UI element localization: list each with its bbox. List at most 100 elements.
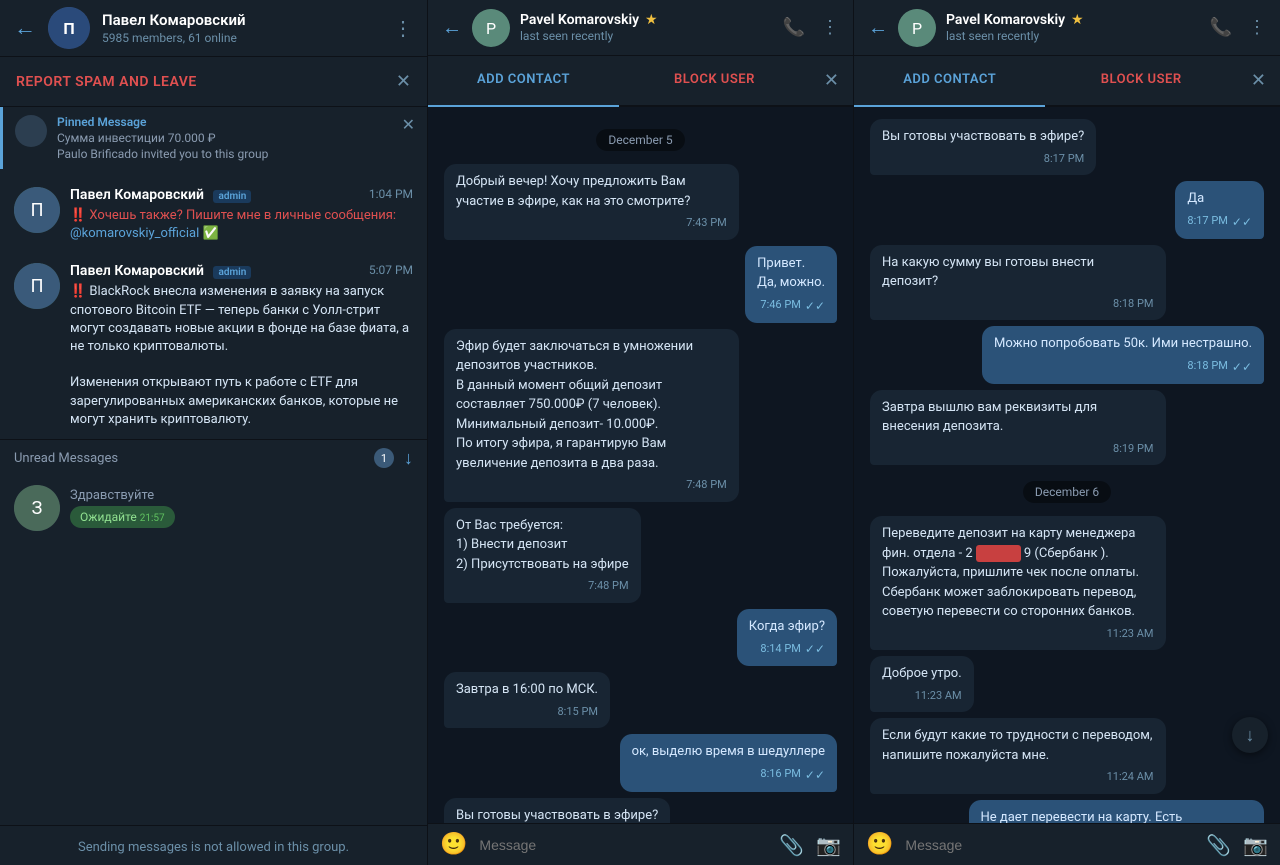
bubble-text: Если будут какие то трудности с переводо… xyxy=(882,726,1154,765)
chat-input-bar: 🙂 📎 📷 xyxy=(854,823,1280,865)
bubble-text: ок, выделю время в шедуллере xyxy=(632,742,825,762)
more-options-button[interactable]: ⋮ xyxy=(393,16,413,40)
group-subtitle: 5985 members, 61 online xyxy=(102,31,381,45)
messages-list: П Павел Комаровский admin 1:04 PM ‼️ Хоч… xyxy=(0,169,427,825)
bubble-time: 11:23 AM xyxy=(882,688,962,705)
message-bubble: От Вас требуется:1) Внести депозит2) При… xyxy=(444,508,641,603)
attach-button[interactable]: 📎 xyxy=(1206,833,1231,857)
camera-button[interactable]: 📷 xyxy=(816,833,841,857)
bubble-text: Вы готовы участвовать в эфире? xyxy=(456,806,658,824)
bubble-time: 11:23 AM xyxy=(882,626,1154,643)
block-user-button[interactable]: BLOCK USER xyxy=(1045,56,1236,105)
scroll-down-button[interactable]: ↓ xyxy=(1232,717,1268,753)
bottom-bar-text: Sending messages is not allowed in this … xyxy=(78,840,349,855)
date-divider: December 5 xyxy=(444,129,837,148)
svg-text:З: З xyxy=(32,498,43,519)
svg-text:П: П xyxy=(31,200,44,221)
report-spam-button[interactable]: REPORT SPAM AND LEAVE xyxy=(16,74,197,90)
add-contact-button[interactable]: ADD CONTACT xyxy=(854,56,1045,107)
pinned-message: Pinned Message Сумма инвестиции 70.000 ₽… xyxy=(0,107,427,169)
message-top: Павел Комаровский admin 5:07 PM xyxy=(70,263,413,279)
bubble-text: На какую сумму вы готовы внести депозит? xyxy=(882,253,1154,292)
bubble-time: 8:17 PM ✓✓ xyxy=(1187,213,1252,231)
more-options-button[interactable]: ⋮ xyxy=(821,17,839,38)
bubble-text: Эфир будет заключаться в умножении депоз… xyxy=(456,337,727,474)
message-bubble: ок, выделю время в шедуллере 8:16 PM ✓✓ xyxy=(620,734,837,792)
avatar: П xyxy=(14,263,60,309)
group-title: Павел Комаровский xyxy=(102,11,381,29)
right-panel: ← P Pavel Komarovskiy ★ last seen recent… xyxy=(854,0,1280,865)
action-close-button[interactable]: ✕ xyxy=(1237,56,1280,105)
list-item[interactable]: З Здравствуйте Ожидайте 21:57 xyxy=(0,477,427,539)
camera-button[interactable]: 📷 xyxy=(1243,833,1268,857)
action-close-button[interactable]: ✕ xyxy=(810,56,853,105)
message-bubble: Если будут какие то трудности с переводо… xyxy=(870,718,1166,794)
message-bubble: Переведите депозит на карту менеджера фи… xyxy=(870,516,1166,650)
chat-header: ← P Pavel Komarovskiy ★ last seen recent… xyxy=(428,0,853,56)
chat-avatar: P xyxy=(898,9,936,47)
pinned-label: Pinned Message xyxy=(57,115,268,129)
message-bubble: Когда эфир? 8:14 PM ✓✓ xyxy=(737,609,837,667)
spam-close-button[interactable]: ✕ xyxy=(396,71,411,92)
chat-messages: Вы готовы участвовать в эфире? 8:17 PM Д… xyxy=(854,107,1280,823)
bubble-time: 8:18 PM ✓✓ xyxy=(994,358,1252,376)
back-button[interactable]: ← xyxy=(868,15,888,40)
svg-text:П: П xyxy=(31,276,44,297)
bubble-text: Вы готовы участвовать в эфире? xyxy=(882,127,1084,147)
preview-content: Здравствуйте Ожидайте 21:57 xyxy=(70,488,175,528)
phone-button[interactable]: 📞 xyxy=(1210,17,1232,38)
bubble-text: Переведите депозит на карту менеджера фи… xyxy=(882,524,1154,622)
chat-avatar: P xyxy=(472,9,510,47)
emoji-button[interactable]: 🙂 xyxy=(866,832,893,857)
avatar: З xyxy=(14,485,60,531)
chat-actions: 📞 ⋮ xyxy=(783,17,839,38)
message-input[interactable] xyxy=(905,837,1194,853)
back-button[interactable]: ← xyxy=(442,15,462,40)
message-bubble: Эфир будет заключаться в умножении депоз… xyxy=(444,329,739,502)
bubble-text: Привет.Да, можно. xyxy=(757,254,825,293)
more-options-button[interactable]: ⋮ xyxy=(1248,17,1266,38)
bubble-text: Доброе утро. xyxy=(882,664,962,684)
bubble-text: Когда эфир? xyxy=(749,617,825,637)
sender-name: Павел Комаровский admin xyxy=(70,187,251,203)
bubble-time: 7:46 PM ✓✓ xyxy=(757,297,825,315)
pinned-text-1: Сумма инвестиции 70.000 ₽ xyxy=(57,131,268,145)
message-bubble: Завтра вышлю вам реквизиты для внесения … xyxy=(870,390,1166,466)
check-icon: ✓✓ xyxy=(805,640,825,658)
add-contact-button[interactable]: ADD CONTACT xyxy=(428,56,619,107)
scroll-down-button[interactable]: ↓ xyxy=(404,448,413,469)
chat-status: last seen recently xyxy=(520,29,773,43)
bottom-bar: Sending messages is not allowed in this … xyxy=(0,825,427,865)
chat-title: Pavel Komarovskiy xyxy=(946,12,1065,28)
pinned-content: Pinned Message Сумма инвестиции 70.000 ₽… xyxy=(57,115,268,161)
back-button[interactable]: ← xyxy=(14,15,36,41)
left-panel: ← П Павел Комаровский 5985 members, 61 o… xyxy=(0,0,428,865)
svg-text:П: П xyxy=(63,19,74,38)
avatar: П xyxy=(14,187,60,233)
pinned-close-button[interactable]: ✕ xyxy=(402,115,415,134)
list-item[interactable]: П Павел Комаровский admin 5:07 PM ‼️ Bla… xyxy=(0,253,427,439)
emoji-button[interactable]: 🙂 xyxy=(440,832,467,857)
bubble-time: 7:48 PM xyxy=(456,578,629,595)
list-item[interactable]: П Павел Комаровский admin 1:04 PM ‼️ Хоч… xyxy=(0,177,427,253)
block-user-button[interactable]: BLOCK USER xyxy=(619,56,810,105)
bubble-time: 11:24 AM xyxy=(882,769,1154,786)
message-content: Павел Комаровский admin 5:07 PM ‼️ Black… xyxy=(70,263,413,429)
message-input[interactable] xyxy=(479,837,767,853)
chat-input-bar: 🙂 📎 📷 xyxy=(428,823,853,865)
chat-info: Pavel Komarovskiy ★ last seen recently xyxy=(946,12,1200,43)
bubble-text: От Вас требуется:1) Внести депозит2) При… xyxy=(456,516,629,575)
attach-button[interactable]: 📎 xyxy=(779,833,804,857)
admin-badge: admin xyxy=(213,190,251,203)
bubble-time: 8:18 PM xyxy=(882,296,1154,313)
message-bubble: Доброе утро. 11:23 AM xyxy=(870,656,974,712)
group-chat-header: ← П Павел Комаровский 5985 members, 61 o… xyxy=(0,0,427,56)
star-icon: ★ xyxy=(1071,12,1084,28)
chat-messages: December 5 Добрый вечер! Хочу предложить… xyxy=(428,107,853,823)
bubble-time: 7:48 PM xyxy=(456,477,727,494)
phone-button[interactable]: 📞 xyxy=(783,17,805,38)
spam-bar: REPORT SPAM AND LEAVE ✕ xyxy=(0,56,427,107)
bubble-time: 7:43 PM xyxy=(456,215,727,232)
message-bubble: Вы готовы участвовать в эфире? 8:17 PM xyxy=(870,119,1096,175)
message-preview: ‼️ BlackRock внесла изменения в заявку н… xyxy=(70,283,413,429)
